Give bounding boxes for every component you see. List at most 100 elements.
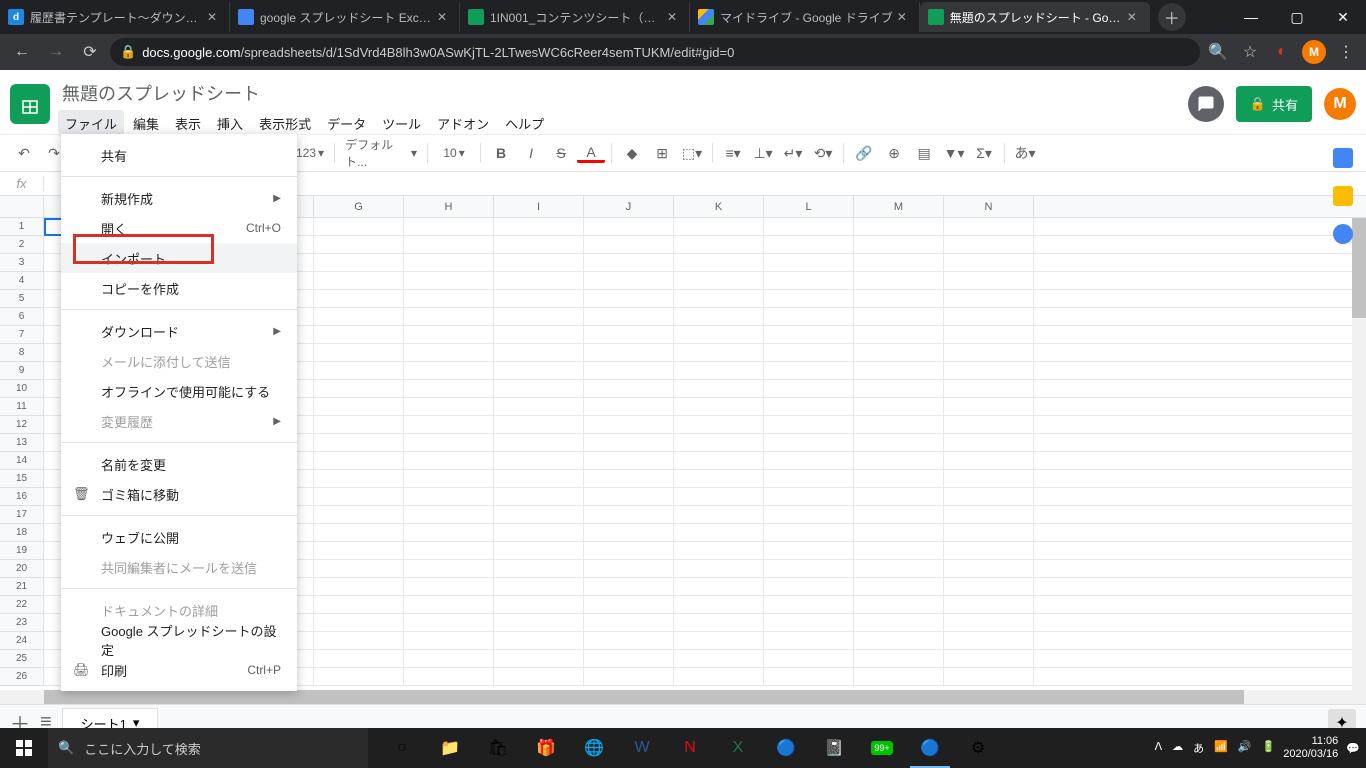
cell[interactable] [944,308,1034,325]
cell[interactable] [494,362,584,379]
cell[interactable] [764,416,854,433]
cell[interactable] [314,452,404,469]
cell[interactable] [314,578,404,595]
cell[interactable] [764,488,854,505]
cell[interactable] [854,578,944,595]
cell[interactable] [314,506,404,523]
column-header[interactable]: N [944,196,1034,217]
cell[interactable] [944,524,1034,541]
word-icon[interactable]: W [618,728,666,768]
cell[interactable] [944,416,1034,433]
cell[interactable] [674,470,764,487]
column-header[interactable]: J [584,196,674,217]
close-icon[interactable]: ✕ [207,10,221,24]
column-header[interactable]: I [494,196,584,217]
cell[interactable] [764,668,854,685]
cell[interactable] [494,560,584,577]
cell[interactable] [314,614,404,631]
cortana-icon[interactable]: ○ [378,728,426,768]
notifications-icon[interactable]: 💬 [1346,742,1360,755]
cell[interactable] [584,578,674,595]
cell[interactable] [764,272,854,289]
cell[interactable] [944,380,1034,397]
cell[interactable] [854,650,944,667]
cell[interactable] [404,254,494,271]
column-header[interactable]: K [674,196,764,217]
cell[interactable] [674,434,764,451]
cell[interactable] [404,632,494,649]
cell[interactable] [674,398,764,415]
cell[interactable] [314,416,404,433]
zoom-icon[interactable]: 🔍 [1206,40,1230,64]
cell[interactable] [944,272,1034,289]
cell[interactable] [404,218,494,235]
cell[interactable] [314,650,404,667]
maximize-button[interactable]: ▢ [1274,0,1320,34]
bookmark-icon[interactable]: ☆ [1238,40,1262,64]
cell[interactable] [764,236,854,253]
file-offline[interactable]: オフラインで使用可能にする [61,376,297,406]
row-header[interactable]: 15 [0,470,44,488]
row-header[interactable]: 5 [0,290,44,308]
column-header[interactable]: M [854,196,944,217]
cell[interactable] [584,650,674,667]
cell[interactable] [314,524,404,541]
row-header[interactable]: 19 [0,542,44,560]
taskbar-clock[interactable]: 11:06 2020/03/16 [1283,735,1338,761]
cell[interactable] [584,416,674,433]
chrome-menu-icon[interactable]: ⋮ [1334,40,1358,64]
cell[interactable] [404,542,494,559]
cell[interactable] [854,596,944,613]
menu-data[interactable]: データ [320,110,373,137]
text-wrap-button[interactable]: ↵▾ [779,140,807,166]
row-header[interactable]: 2 [0,236,44,254]
close-icon[interactable]: ✕ [437,10,451,24]
row-header[interactable]: 10 [0,380,44,398]
cell[interactable] [674,272,764,289]
cell[interactable] [584,236,674,253]
cell[interactable] [674,650,764,667]
cell[interactable] [674,290,764,307]
cell[interactable] [944,254,1034,271]
cell[interactable] [674,308,764,325]
cell[interactable] [674,596,764,613]
cell[interactable] [314,326,404,343]
row-header[interactable]: 21 [0,578,44,596]
cell[interactable] [584,668,674,685]
cell[interactable] [854,344,944,361]
cell[interactable] [314,218,404,235]
cell[interactable] [584,272,674,289]
row-header[interactable]: 20 [0,560,44,578]
row-header[interactable]: 26 [0,668,44,686]
cell[interactable] [944,362,1034,379]
cell[interactable] [314,380,404,397]
menu-format[interactable]: 表示形式 [252,110,318,137]
keep-icon[interactable] [1333,186,1353,206]
cell[interactable] [854,362,944,379]
cell[interactable] [314,596,404,613]
cell[interactable] [854,452,944,469]
cell[interactable] [764,470,854,487]
row-header[interactable]: 25 [0,650,44,668]
cell[interactable] [584,434,674,451]
cell[interactable] [944,344,1034,361]
explorer-icon[interactable]: 📁 [426,728,474,768]
cell[interactable] [494,614,584,631]
row-header[interactable]: 11 [0,398,44,416]
cell[interactable] [314,272,404,289]
row-header[interactable]: 13 [0,434,44,452]
cell[interactable] [854,326,944,343]
row-header[interactable]: 22 [0,596,44,614]
undo-button[interactable]: ↶ [10,140,38,166]
cell[interactable] [494,272,584,289]
cell[interactable] [854,308,944,325]
cell[interactable] [584,290,674,307]
row-header[interactable]: 6 [0,308,44,326]
cell[interactable] [314,308,404,325]
cell[interactable] [674,488,764,505]
font-size-dropdown[interactable]: 10 ▾ [434,146,474,160]
cell[interactable] [854,398,944,415]
cell[interactable] [404,326,494,343]
cell[interactable] [584,560,674,577]
cell[interactable] [854,506,944,523]
